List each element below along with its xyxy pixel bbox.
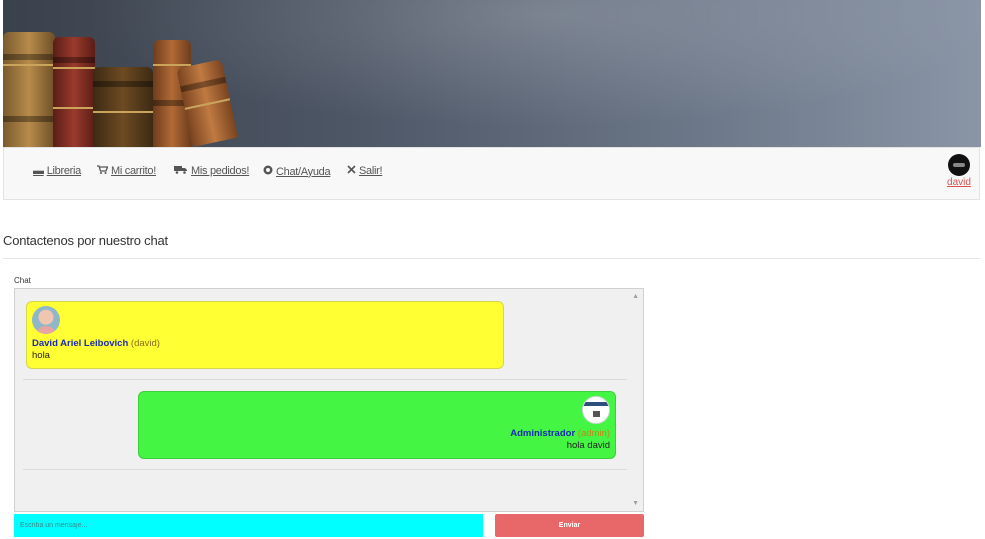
message-username: (admin) <box>577 428 610 439</box>
main-navbar: ▬ Libreria Mi carrito! Mis pedidos! Chat… <box>3 147 980 200</box>
nav-chat-ayuda-label: Chat/Ayuda <box>276 165 331 178</box>
scroll-up-arrow-icon[interactable]: ▲ <box>632 293 639 300</box>
message-separator <box>23 379 627 380</box>
truck-icon <box>174 165 188 177</box>
chat-help-icon <box>263 165 273 178</box>
message-author: David Ariel Leibovich <box>32 338 129 349</box>
chat-messages-panel[interactable]: David Ariel Leibovich (david) hola Admin… <box>14 288 644 512</box>
nav-carrito-link[interactable]: Mi carrito! <box>97 165 156 177</box>
cart-icon <box>97 165 109 177</box>
chat-label: Chat <box>14 276 31 285</box>
nav-chat-ayuda-link[interactable]: Chat/Ayuda <box>263 165 331 178</box>
user-name-link[interactable]: david <box>947 177 971 188</box>
book-icon: ▬ <box>33 165 44 177</box>
send-button[interactable]: Enviar <box>495 514 644 537</box>
nav-carrito-label: Mi carrito! <box>111 165 156 177</box>
nav-salir-link[interactable]: Salir! <box>347 165 383 177</box>
nav-libreria-link[interactable]: ▬ Libreria <box>33 165 81 177</box>
message-author: Administrador <box>510 428 576 439</box>
user-avatar[interactable] <box>948 154 970 176</box>
chat-message: David Ariel Leibovich (david) hola <box>26 301 504 369</box>
nav-pedidos-link[interactable]: Mis pedidos! <box>174 165 249 177</box>
message-username: (david) <box>130 338 160 349</box>
nav-libreria-label: Libreria <box>46 165 82 177</box>
message-text: hola <box>32 350 50 361</box>
header-banner-image <box>3 0 981 147</box>
message-separator <box>23 469 627 470</box>
chat-message: Administrador (admin) hola david <box>138 391 616 459</box>
chat-scrollbar[interactable]: ▲ ▼ <box>629 289 643 511</box>
message-input[interactable] <box>14 514 483 537</box>
user-avatar-icon <box>32 306 60 334</box>
scroll-down-arrow-icon[interactable]: ▼ <box>632 500 639 507</box>
admin-avatar-icon <box>582 396 610 424</box>
nav-pedidos-label: Mis pedidos! <box>191 165 250 177</box>
page-title: Contactenos por nuestro chat <box>3 233 168 248</box>
section-divider <box>3 258 980 259</box>
nav-salir-label: Salir! <box>359 165 383 177</box>
user-menu[interactable]: david <box>947 154 971 188</box>
message-text: hola david <box>566 440 610 451</box>
close-icon <box>347 165 356 177</box>
